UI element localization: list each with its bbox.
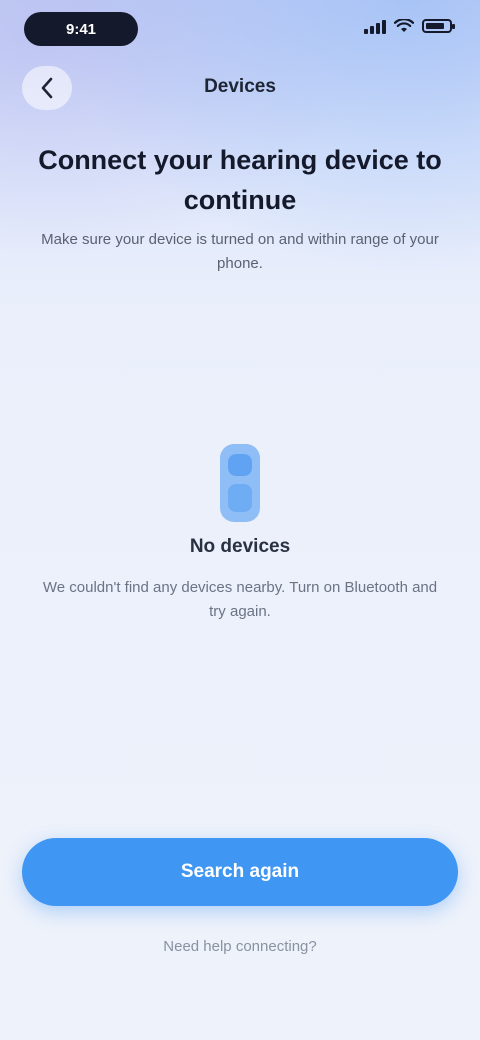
search-again-button[interactable]: Search again xyxy=(22,838,458,906)
section-subheading: Make sure your device is turned on and w… xyxy=(41,231,439,272)
wifi-icon xyxy=(394,19,414,32)
help-link[interactable]: Need help connecting? xyxy=(0,938,480,955)
empty-state-title: No devices xyxy=(189,536,291,557)
nav-bar: Devices xyxy=(0,62,480,114)
empty-state-description: We couldn't find any devices nearby. Tur… xyxy=(42,579,438,620)
signal-icon xyxy=(364,18,386,34)
page-title: Devices xyxy=(204,76,276,97)
search-again-label: Search again xyxy=(180,861,300,882)
status-icons xyxy=(364,18,455,34)
app-screen: 9:41 Devices Connect your hearing device… xyxy=(0,0,480,1040)
hearing-device-icon xyxy=(220,444,260,522)
battery-level xyxy=(426,23,444,29)
battery-icon xyxy=(422,19,455,33)
status-bar: 9:41 xyxy=(0,0,480,60)
section-heading: Connect your hearing device to continue xyxy=(38,145,442,215)
status-time: 9:41 xyxy=(24,12,138,46)
